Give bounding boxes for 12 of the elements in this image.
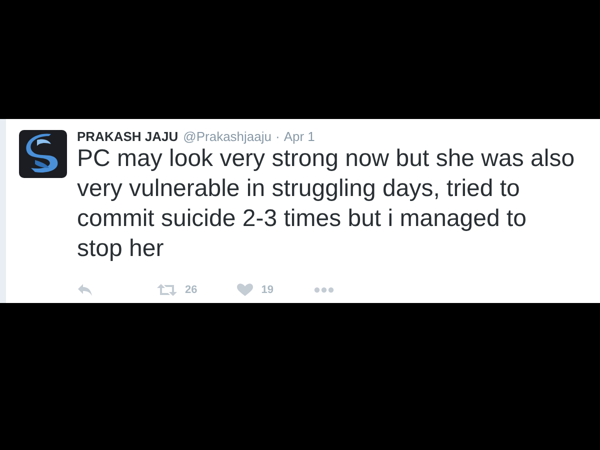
- separator: ·: [276, 129, 280, 144]
- like-count: 19: [261, 284, 274, 296]
- retweet-count: 26: [185, 284, 198, 296]
- avatar-icon[interactable]: [19, 130, 67, 178]
- retweet-icon[interactable]: [157, 283, 177, 297]
- author-handle[interactable]: @Prakashjaaju: [183, 129, 272, 144]
- more-icon[interactable]: [314, 287, 334, 293]
- tweet-text: PC may look very strong now but she was also very vulnerable in struggling days, tried to commit suicide 2-3 times but i managed to stop her: [77, 144, 576, 264]
- heart-icon[interactable]: [237, 283, 254, 297]
- reply-icon[interactable]: [77, 283, 93, 297]
- author-name[interactable]: PRAKASH JAJU: [77, 129, 178, 144]
- tweet-date[interactable]: Apr 1: [284, 129, 315, 144]
